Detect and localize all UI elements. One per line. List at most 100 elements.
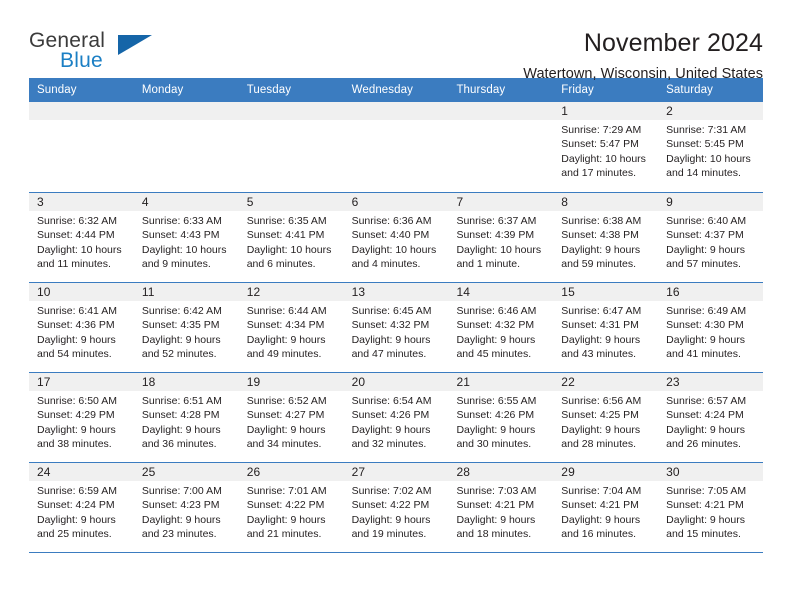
calendar-day-cell[interactable]: 28 Sunrise: 7:03 AM Sunset: 4:21 PM Dayligh… (448, 463, 554, 552)
sunset-text: Sunset: 4:23 PM (141, 499, 220, 512)
daylight-text: and 54 minutes. (37, 347, 112, 360)
sunrise-text: Sunrise: 6:55 AM (456, 395, 537, 407)
day-number: 4 (133, 193, 239, 211)
calendar-day-cell[interactable]: 6 Sunrise: 6:36 AM Sunset: 4:40 PM Daylight… (343, 193, 449, 282)
day-number: 7 (448, 193, 554, 211)
day-sun-info: Sunrise: 7:00 AM Sunset: 4:23 PM Daylight:… (134, 481, 239, 541)
daylight-text: and 9 minutes. (141, 257, 211, 270)
daylight-text: and 32 minutes. (351, 437, 427, 450)
day-number: 18 (133, 373, 239, 391)
calendar-day-cell[interactable]: 20 Sunrise: 6:54 AM Sunset: 4:26 PM Dayligh… (343, 373, 449, 462)
calendar-day-cell[interactable]: 25 Sunrise: 7:00 AM Sunset: 4:23 PM Dayligh… (133, 463, 239, 552)
calendar-day-cell[interactable]: 8 Sunrise: 6:38 AM Sunset: 4:38 PM Daylight… (553, 193, 659, 282)
logo-triangle-icon (118, 35, 152, 55)
day-number: 8 (553, 193, 659, 211)
sunset-text: Sunset: 4:21 PM (456, 499, 535, 512)
daylight-text: Daylight: 9 hours (561, 513, 641, 526)
day-number: 3 (29, 193, 134, 211)
day-number: 22 (553, 373, 659, 391)
daylight-text: and 52 minutes. (141, 347, 217, 360)
calendar-day-cell-empty (238, 102, 344, 192)
daylight-text: and 26 minutes. (666, 437, 741, 450)
calendar-day-cell[interactable]: 7 Sunrise: 6:37 AM Sunset: 4:39 PM Daylight… (448, 193, 554, 282)
sunrise-text: Sunrise: 6:57 AM (666, 395, 747, 407)
calendar-day-cell[interactable]: 15 Sunrise: 6:47 AM Sunset: 4:31 PM Dayligh… (553, 283, 659, 372)
calendar-day-cell[interactable]: 9 Sunrise: 6:40 AM Sunset: 4:37 PM Daylight… (658, 193, 764, 282)
daylight-text: and 14 minutes. (666, 166, 741, 179)
sunrise-text: Sunrise: 6:54 AM (351, 395, 432, 407)
day-sun-info: Sunrise: 7:31 AM Sunset: 5:45 PM Daylight:… (658, 120, 763, 180)
sunrise-text: Sunrise: 6:44 AM (246, 305, 327, 317)
calendar-day-cell[interactable]: 5 Sunrise: 6:35 AM Sunset: 4:41 PM Daylight… (238, 193, 344, 282)
calendar-day-cell[interactable]: 10 Sunrise: 6:41 AM Sunset: 4:36 PM Dayligh… (29, 283, 134, 372)
calendar-day-cell[interactable]: 24 Sunrise: 6:59 AM Sunset: 4:24 PM Dayligh… (29, 463, 134, 552)
calendar-day-cell[interactable]: 29 Sunrise: 7:04 AM Sunset: 4:21 PM Dayligh… (553, 463, 659, 552)
calendar-day-cell[interactable]: 1 Sunrise: 7:29 AM Sunset: 5:47 PM Daylight… (553, 102, 659, 192)
sunrise-text: Sunrise: 6:52 AM (246, 395, 327, 407)
calendar-day-cell-empty (29, 102, 134, 192)
sunrise-text: Sunrise: 7:05 AM (666, 485, 747, 497)
calendar-day-cell[interactable]: 23 Sunrise: 6:57 AM Sunset: 4:24 PM Dayligh… (658, 373, 764, 462)
calendar-day-cell[interactable]: 17 Sunrise: 6:50 AM Sunset: 4:29 PM Dayligh… (29, 373, 134, 462)
calendar-day-cell[interactable]: 16 Sunrise: 6:49 AM Sunset: 4:30 PM Dayligh… (658, 283, 764, 372)
daylight-text: Daylight: 9 hours (666, 423, 745, 436)
day-number: 10 (29, 283, 134, 301)
day-sun-info (448, 120, 553, 123)
calendar-day-cell[interactable]: 30 Sunrise: 7:05 AM Sunset: 4:21 PM Dayligh… (658, 463, 764, 552)
calendar-day-cell[interactable]: 11 Sunrise: 6:42 AM Sunset: 4:35 PM Dayligh… (133, 283, 239, 372)
daylight-text: Daylight: 9 hours (246, 513, 326, 526)
calendar-day-cell[interactable]: 4 Sunrise: 6:33 AM Sunset: 4:43 PM Daylight… (133, 193, 239, 282)
sunrise-text: Sunrise: 6:41 AM (37, 305, 117, 317)
daylight-text: Daylight: 10 hours (141, 243, 227, 256)
calendar-day-cell[interactable]: 19 Sunrise: 6:52 AM Sunset: 4:27 PM Dayligh… (238, 373, 344, 462)
sunrise-text: Sunrise: 6:47 AM (561, 305, 642, 317)
daylight-text: and 41 minutes. (666, 347, 741, 360)
daylight-text: Daylight: 9 hours (351, 513, 431, 526)
day-sun-info: Sunrise: 6:41 AM Sunset: 4:36 PM Daylight:… (29, 301, 134, 361)
sunset-text: Sunset: 4:21 PM (666, 499, 744, 512)
weekday-header-tuesday: Tuesday (246, 84, 292, 96)
sunrise-text: Sunrise: 6:50 AM (37, 395, 117, 407)
sunset-text: Sunset: 4:29 PM (37, 409, 115, 422)
day-sun-info: Sunrise: 7:05 AM Sunset: 4:21 PM Daylight:… (658, 481, 763, 541)
calendar-day-cell[interactable]: 22 Sunrise: 6:56 AM Sunset: 4:25 PM Dayligh… (553, 373, 659, 462)
day-sun-info: Sunrise: 6:52 AM Sunset: 4:27 PM Daylight:… (239, 391, 344, 451)
day-sun-info: Sunrise: 6:54 AM Sunset: 4:26 PM Daylight:… (344, 391, 449, 451)
calendar-day-cell[interactable]: 14 Sunrise: 6:46 AM Sunset: 4:32 PM Dayligh… (448, 283, 554, 372)
daylight-text: Daylight: 9 hours (37, 423, 116, 436)
calendar-day-cell[interactable]: 27 Sunrise: 7:02 AM Sunset: 4:22 PM Dayligh… (343, 463, 449, 552)
daylight-text: and 23 minutes. (141, 527, 217, 540)
daylight-text: Daylight: 9 hours (351, 333, 431, 346)
day-number: 20 (343, 373, 449, 391)
day-sun-info (29, 120, 134, 123)
day-sun-info: Sunrise: 6:44 AM Sunset: 4:34 PM Daylight:… (239, 301, 344, 361)
calendar-day-cell[interactable]: 2 Sunrise: 7:31 AM Sunset: 5:45 PM Daylight… (658, 102, 764, 192)
sunrise-text: Sunrise: 6:37 AM (456, 215, 537, 227)
day-sun-info: Sunrise: 6:55 AM Sunset: 4:26 PM Daylight:… (448, 391, 553, 451)
calendar-day-cell[interactable]: 12 Sunrise: 6:44 AM Sunset: 4:34 PM Dayligh… (238, 283, 344, 372)
sunset-text: Sunset: 4:38 PM (561, 229, 639, 242)
daylight-text: Daylight: 9 hours (141, 423, 221, 436)
daylight-text: and 28 minutes. (561, 437, 637, 450)
daylight-text: Daylight: 9 hours (37, 513, 116, 526)
sunset-text: Sunset: 4:43 PM (141, 229, 220, 242)
calendar-week-row: 1 Sunrise: 7:29 AM Sunset: 5:47 PM Daylight… (29, 102, 764, 192)
calendar-day-cell[interactable]: 3 Sunrise: 6:32 AM Sunset: 4:44 PM Daylight… (29, 193, 134, 282)
daylight-text: Daylight: 9 hours (561, 423, 641, 436)
day-number: 6 (343, 193, 449, 211)
sunset-text: Sunset: 4:24 PM (666, 409, 744, 422)
calendar-day-cell[interactable]: 21 Sunrise: 6:55 AM Sunset: 4:26 PM Dayligh… (448, 373, 554, 462)
calendar-day-cell[interactable]: 13 Sunrise: 6:45 AM Sunset: 4:32 PM Dayligh… (343, 283, 449, 372)
sunset-text: Sunset: 4:24 PM (37, 499, 115, 512)
sunset-text: Sunset: 4:28 PM (141, 409, 220, 422)
day-number: 30 (658, 463, 764, 481)
daylight-text: Daylight: 10 hours (351, 243, 437, 256)
calendar-page: General Blue November 2024 Watertown, Wi… (0, 0, 792, 612)
sunset-text: Sunset: 4:40 PM (351, 229, 430, 242)
calendar-day-cell[interactable]: 26 Sunrise: 7:01 AM Sunset: 4:22 PM Dayligh… (238, 463, 344, 552)
calendar-day-cell[interactable]: 18 Sunrise: 6:51 AM Sunset: 4:28 PM Dayligh… (133, 373, 239, 462)
generalblue-logo[interactable]: General Blue (29, 26, 179, 74)
daylight-text: Daylight: 9 hours (666, 243, 745, 256)
sunrise-text: Sunrise: 7:29 AM (561, 124, 642, 136)
day-number: 5 (238, 193, 344, 211)
